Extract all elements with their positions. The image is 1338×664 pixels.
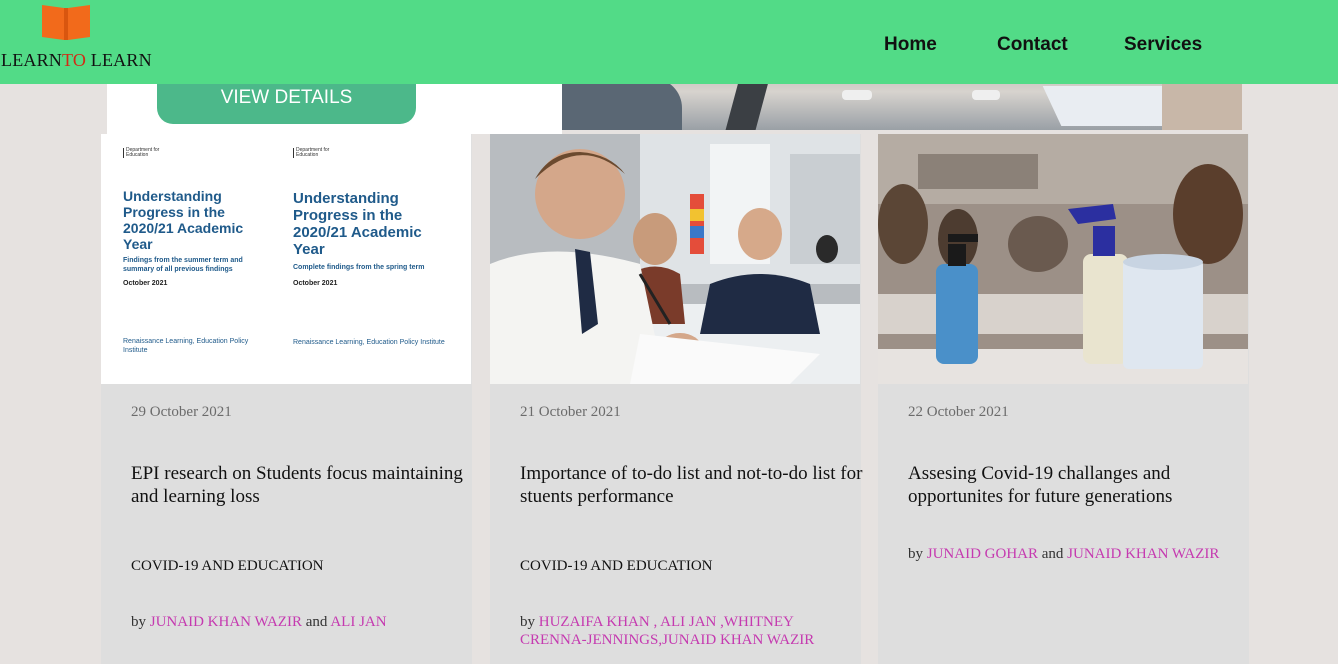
dfe-crest: Department for Education [293,148,330,158]
site-header: LEARNTO LEARN Home Contact Services [0,0,1338,84]
report-title: Understanding Progress in the 2020/21 Ac… [123,188,244,252]
students-writing-photo[interactable] [490,134,860,384]
category-link[interactable]: COVID-19 AND EDUCATION [131,558,324,575]
logo-text: LEARNTO LEARN [1,50,152,70]
author-links[interactable]: HUZAIFA KHAN , ALI JAN ,WHITNEY CRENNA-J… [520,614,814,648]
nav-home-link[interactable]: Home [884,34,937,56]
post-title-link[interactable]: EPI research on Students focus maintaini… [131,462,486,508]
post-byline: by HUZAIFA KHAN , ALI JAN ,WHITNEY CRENN… [520,614,815,648]
report-cover-image[interactable]: Department for Education Understanding P… [101,134,472,384]
report-subtitle: Findings from the summer term and summar… [123,257,243,273]
author-link[interactable]: ALI JAN [330,614,386,630]
author-link[interactable]: JUNAID KHAN WAZIR [1067,546,1219,562]
author-link[interactable]: JUNAID GOHAR [927,546,1038,562]
report-date: October 2021 [293,280,338,287]
site-logo[interactable]: LEARNTO LEARN [0,0,170,84]
dfe-crest: Department for Education [123,148,160,158]
view-details-label: VIEW DETAILS [220,87,353,108]
post-title-link[interactable]: Assesing Covid-19 challanges and opportu… [908,462,1263,508]
post-date: 21 October 2021 [520,404,621,420]
article-card: 22 October 2021 Assesing Covid-19 challa… [878,134,1249,664]
post-date: 22 October 2021 [908,404,1009,420]
report-subtitle: Complete findings from the spring term [293,264,425,271]
report-org: Renaissance Learning, Education Policy I… [123,338,249,354]
post-byline: by JUNAID KHAN WAZIR and ALI JAN [131,614,387,630]
post-title-link[interactable]: Importance of to-do list and not-to-do l… [520,462,875,508]
post-byline: by JUNAID GOHAR and JUNAID KHAN WAZIR [908,546,1220,562]
nav-contact-link[interactable]: Contact [997,34,1068,56]
nav-services-link[interactable]: Services [1124,34,1202,56]
category-link[interactable]: COVID-19 AND EDUCATION [520,558,713,575]
post-date: 29 October 2021 [131,404,232,420]
open-book-icon [42,5,90,40]
report-org: Renaissance Learning, Education Policy I… [293,339,445,346]
report-date: October 2021 [123,280,168,287]
report-title: Understanding Progress in the 2020/21 Ac… [293,190,422,258]
article-card: 21 October 2021 Importance of to-do list… [490,134,862,664]
author-link[interactable]: JUNAID KHAN WAZIR [150,614,302,630]
article-card: Department for Education Understanding P… [101,134,472,664]
sanitizer-classroom-photo[interactable] [878,134,1248,384]
